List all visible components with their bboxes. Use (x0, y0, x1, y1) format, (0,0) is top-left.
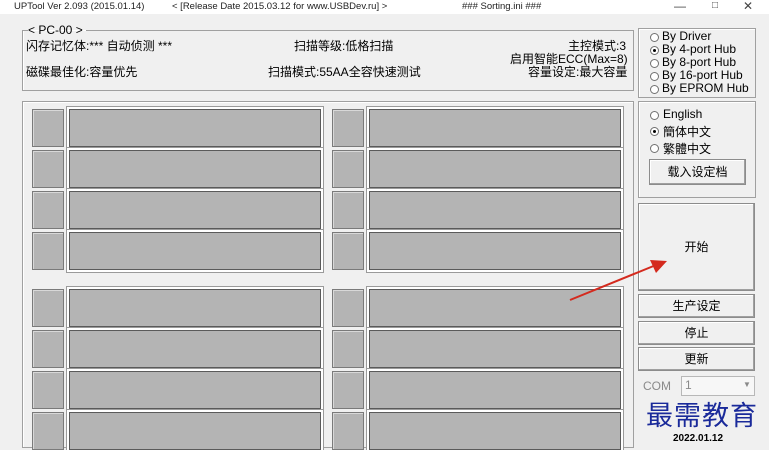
watermark-logo: 最需教育 (646, 401, 758, 432)
red-arrow-icon (569, 260, 667, 301)
